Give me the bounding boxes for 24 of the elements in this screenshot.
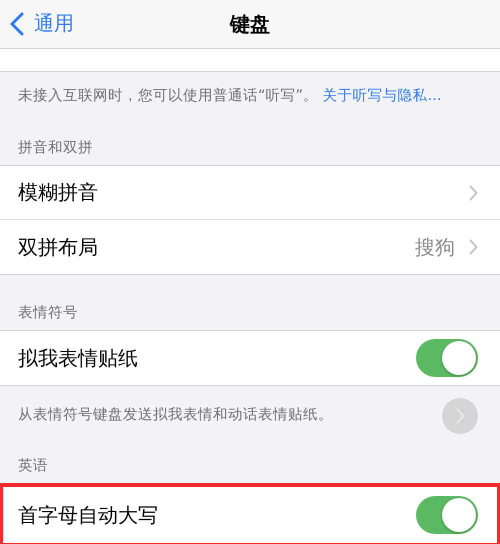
row-label: 首字母自动大写 xyxy=(18,502,158,528)
toggle-switch[interactable] xyxy=(416,496,478,534)
section-header: 英语 xyxy=(17,457,49,476)
chevron-icon xyxy=(469,239,478,255)
row-label: 模糊拼音 xyxy=(18,179,98,206)
section-header: 拼音和双拼 xyxy=(17,138,94,158)
settings-row[interactable]: 拟我表情贴纸 xyxy=(0,331,500,385)
section-header: 表情符号 xyxy=(17,304,79,323)
row-label: 拟我表情贴纸 xyxy=(18,344,138,372)
toggle-switch[interactable] xyxy=(416,339,478,377)
back-chevron-icon xyxy=(10,12,24,36)
settings-row[interactable]: 模糊拼音 xyxy=(0,166,500,220)
row-label: 双拼布局 xyxy=(18,234,98,260)
screen-title: 键盘 xyxy=(230,10,270,38)
footer-note: 未接入互联网时，您可以使用普通话“听写”。 关于听写与隐私... xyxy=(18,86,442,104)
chevron-icon xyxy=(456,408,464,424)
row-value: 搜狗 xyxy=(415,234,455,260)
back-button[interactable]: 通用 xyxy=(8,8,76,39)
chevron-icon xyxy=(469,184,478,200)
settings-row[interactable]: 双拼布局 搜狗 xyxy=(0,220,500,274)
settings-row[interactable]: 首字母自动大写 xyxy=(0,484,500,544)
footer-note: 从表情符号键盘发送拟我表情和动话表情贴纸。 xyxy=(18,406,333,424)
back-label: 通用 xyxy=(34,10,74,37)
privacy-link[interactable]: 关于听写与隐私... xyxy=(322,88,442,104)
